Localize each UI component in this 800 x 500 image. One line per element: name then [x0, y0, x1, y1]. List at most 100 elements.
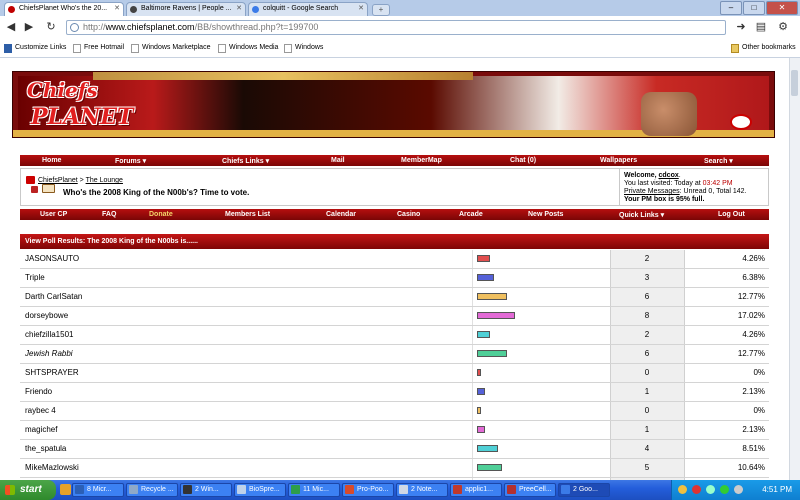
thread-title: Who's the 2008 King of the N00b's? Time …: [63, 188, 250, 197]
bookmark-windows-marketplace[interactable]: Windows Marketplace: [131, 44, 211, 53]
wrench-icon[interactable]: ⚙: [776, 21, 790, 35]
taskbar-button[interactable]: BioSpre...: [234, 483, 286, 497]
taskbar-button[interactable]: 11 Mic...: [288, 483, 340, 497]
windows-live-icon: [4, 44, 12, 53]
option-votes: 4: [644, 444, 650, 453]
nav-new-posts[interactable]: New Posts: [528, 211, 563, 218]
option-votes: 3: [644, 273, 650, 282]
bookmark-label: Free Hotmail: [84, 44, 125, 51]
forward-arrow-icon[interactable]: ▶: [22, 21, 36, 35]
other-bookmarks[interactable]: Other bookmarks: [731, 44, 796, 53]
nav-user-cp[interactable]: User CP: [40, 211, 67, 218]
tray-security-icon[interactable]: [692, 485, 701, 494]
username-link[interactable]: cdcox: [659, 172, 679, 179]
tray-network-icon[interactable]: [706, 485, 715, 494]
close-window-button[interactable]: ✕: [766, 1, 798, 15]
tray-volume-icon[interactable]: [734, 485, 743, 494]
private-messages-link[interactable]: Private Messages: [624, 188, 680, 195]
page-scrollbar[interactable]: [789, 58, 800, 480]
option-cell: [20, 326, 472, 344]
bookmark-windows[interactable]: Windows: [284, 44, 323, 53]
address-bar[interactable]: http://www.chiefsplanet.com/BB/showthrea…: [66, 20, 726, 35]
taskbar-button[interactable]: Recycle ...: [126, 483, 178, 497]
task-label: 11 Mic...: [303, 486, 329, 493]
vote-bar: [477, 293, 507, 300]
nav-casino[interactable]: Casino: [397, 211, 420, 218]
nav-chiefs-links[interactable]: Chiefs Links ▾: [222, 157, 269, 165]
nav-log-out[interactable]: Log Out: [718, 211, 745, 218]
taskbar-button[interactable]: 2 Win...: [180, 483, 232, 497]
page-menu-icon[interactable]: ▤: [754, 21, 768, 35]
taskbar-button[interactable]: Pro-Poo...: [342, 483, 394, 497]
nav-wallpapers[interactable]: Wallpapers: [600, 157, 637, 164]
bookmark-free-hotmail[interactable]: Free Hotmail: [73, 44, 125, 53]
quick-launch-icon[interactable]: [60, 484, 71, 495]
bar-cell: [472, 402, 611, 420]
taskbar-clock: 4:51 PM: [762, 485, 792, 494]
nav-donate[interactable]: Donate: [149, 211, 173, 218]
taskbar-button[interactable]: applic1...: [450, 483, 502, 497]
maximize-button[interactable]: □: [743, 1, 765, 15]
go-arrow-icon[interactable]: ➜: [734, 21, 748, 35]
scrollbar-thumb[interactable]: [791, 70, 798, 96]
tab-chiefsplanet[interactable]: ChiefsPlanet Who's the 20... ✕: [4, 2, 124, 16]
nav-faq[interactable]: FAQ: [102, 211, 116, 218]
bookmark-windows-media[interactable]: Windows Media: [218, 44, 279, 53]
tray-app-icon[interactable]: [720, 485, 729, 494]
poll-option-row: raybec 4 0 0%: [20, 402, 770, 421]
option-votes: 0: [644, 368, 650, 377]
bookmark-customize-links[interactable]: Customize Links: [4, 44, 66, 53]
bar-cell: [472, 326, 611, 344]
start-button[interactable]: start: [0, 480, 56, 500]
close-tab-icon[interactable]: ✕: [236, 4, 242, 12]
tab-google-search[interactable]: colquitt - Google Search ✕: [248, 2, 368, 16]
close-tab-icon[interactable]: ✕: [114, 4, 120, 12]
nav-calendar[interactable]: Calendar: [326, 211, 356, 218]
nav-home[interactable]: Home: [42, 157, 61, 164]
task-label: BioSpre...: [249, 486, 280, 493]
nav-membermap[interactable]: MemberMap: [401, 157, 442, 164]
option-name: dorseybowe: [25, 311, 69, 320]
vote-bar: [477, 369, 481, 376]
bookmark-label: Windows Media: [229, 44, 279, 51]
close-tab-icon[interactable]: ✕: [358, 4, 364, 12]
breadcrumb-box: ChiefsPlanet > The Lounge Who's the 2008…: [20, 168, 769, 206]
reload-icon[interactable]: ↻: [44, 21, 58, 35]
site-banner[interactable]: Chiefs PLANET: [12, 71, 775, 138]
taskbar-button[interactable]: 8 Micr...: [72, 483, 124, 497]
start-label: start: [20, 484, 42, 495]
tab-baltimore-ravens[interactable]: Baltimore Ravens | People ... ✕: [126, 2, 246, 16]
taskbar-button[interactable]: PreeCell...: [504, 483, 556, 497]
nav-quick-links[interactable]: Quick Links ▾: [619, 211, 664, 219]
task-label: Pro-Poo...: [357, 486, 389, 493]
tray-help-icon[interactable]: [678, 485, 687, 494]
nav-mail[interactable]: Mail: [331, 157, 345, 164]
breadcrumb-separator: >: [79, 177, 84, 184]
nav-arcade[interactable]: Arcade: [459, 211, 483, 218]
option-cell: [20, 440, 472, 458]
nav-forums[interactable]: Forums ▾: [115, 157, 146, 165]
url-scheme: http://: [83, 22, 106, 32]
option-cell: [20, 345, 472, 363]
web-page: Chiefs PLANET Home Forums ▾ Chiefs Links…: [0, 58, 790, 480]
option-cell: [20, 364, 472, 382]
breadcrumb-root-link[interactable]: ChiefsPlanet: [38, 177, 78, 184]
option-cell: [20, 307, 472, 325]
task-app-icon: [507, 485, 516, 494]
minimize-button[interactable]: –: [720, 1, 742, 15]
back-arrow-icon[interactable]: ◀: [4, 21, 18, 35]
option-percent: 8.51%: [742, 444, 765, 453]
taskbar-button[interactable]: 2 Goo...: [558, 483, 610, 497]
poll-option-row: Jewish Rabbi 6 12.77%: [20, 345, 770, 364]
option-votes: 1: [644, 425, 650, 434]
new-tab-button[interactable]: +: [372, 4, 390, 16]
bookmark-label: Windows Marketplace: [142, 44, 211, 51]
forum-home-icon[interactable]: [26, 176, 35, 184]
option-name: magichef: [25, 425, 58, 434]
taskbar-button[interactable]: 2 Note...: [396, 483, 448, 497]
option-name: the_spatula: [25, 444, 67, 453]
nav-search[interactable]: Search ▾: [704, 157, 733, 165]
breadcrumb-forum-link[interactable]: The Lounge: [86, 177, 123, 184]
nav-chat[interactable]: Chat (0): [510, 157, 536, 164]
nav-members-list[interactable]: Members List: [225, 211, 270, 218]
